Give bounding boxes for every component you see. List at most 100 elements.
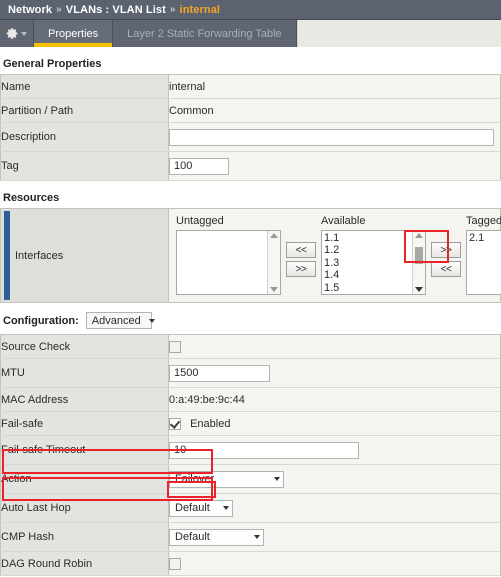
general-properties-table: Name internal Partition / Path Common De… xyxy=(0,74,501,181)
row-value-mac-address: 0:a:49:be:9c:44 xyxy=(168,387,501,412)
table-row: Partition / Path Common xyxy=(0,98,501,123)
page-content: General Properties Name internal Partiti… xyxy=(0,47,501,576)
fail-safe-enabled-label: Enabled xyxy=(190,417,231,430)
row-label-mtu: MTU xyxy=(0,358,169,388)
table-row: Fail-safe Enabled xyxy=(0,411,501,436)
available-listbox[interactable]: 1.1 1.2 1.3 1.4 1.5 xyxy=(321,230,426,295)
auto-last-hop-select[interactable]: Default xyxy=(169,499,233,517)
chevron-down-icon xyxy=(148,318,155,323)
source-check-checkbox[interactable] xyxy=(169,340,181,353)
tagged-move-buttons: >> << xyxy=(431,242,461,277)
list-item[interactable]: 1.2 xyxy=(324,244,412,256)
table-row: Interfaces Untagged << >> Available 1.1 … xyxy=(0,208,501,303)
fail-safe-timeout-input[interactable] xyxy=(169,441,359,459)
interfaces-picker: Untagged << >> Available 1.1 1.2 1.3 1.4… xyxy=(176,214,501,295)
table-row: Source Check xyxy=(0,334,501,359)
description-input[interactable] xyxy=(169,128,494,146)
row-value-cmp-hash: Default xyxy=(168,522,501,552)
cmp-hash-select-value: Default xyxy=(175,531,210,543)
move-from-tagged-button[interactable]: << xyxy=(431,261,461,277)
mtu-input[interactable] xyxy=(169,364,270,382)
configuration-header: Configuration: Advanced xyxy=(0,303,501,334)
breadcrumb-separator-icon: » xyxy=(169,4,176,15)
move-to-tagged-button[interactable]: >> xyxy=(431,242,461,258)
row-label-tag: Tag xyxy=(0,151,169,181)
table-row: Auto Last Hop Default xyxy=(0,493,501,523)
untagged-listbox[interactable] xyxy=(176,230,281,295)
list-item[interactable]: 1.3 xyxy=(324,257,412,269)
tab-bar: Properties Layer 2 Static Forwarding Tab… xyxy=(0,20,501,47)
breadcrumb-item-network[interactable]: Network xyxy=(8,4,52,16)
tagged-column: Tagged 2.1 xyxy=(466,214,501,295)
tab-properties[interactable]: Properties xyxy=(34,20,114,47)
row-label-dag-round-robin: DAG Round Robin xyxy=(0,551,169,576)
scrollbar-thumb[interactable] xyxy=(415,247,423,264)
row-label-cmp-hash: CMP Hash xyxy=(0,522,169,552)
available-caption: Available xyxy=(321,215,366,227)
configuration-table: Source Check MTU MAC Address 0:a:49:be:9… xyxy=(0,334,501,576)
configuration-mode-value: Advanced xyxy=(91,314,141,327)
app-window: Network » VLANs : VLAN List » internal P… xyxy=(0,0,501,577)
cmp-hash-select[interactable]: Default xyxy=(169,528,264,546)
scroll-up-icon[interactable] xyxy=(415,233,423,238)
configuration-label: Configuration: xyxy=(3,314,79,327)
table-row: Name internal xyxy=(0,74,501,99)
row-value-description xyxy=(168,122,501,152)
row-label-mac-address: MAC Address xyxy=(0,387,169,412)
table-row: DAG Round Robin xyxy=(0,551,501,576)
configuration-mode-select[interactable]: Advanced xyxy=(85,312,155,329)
fail-safe-checkbox[interactable] xyxy=(169,417,181,430)
scroll-down-icon[interactable] xyxy=(270,287,278,292)
list-item[interactable]: 1.1 xyxy=(324,232,412,244)
untagged-items xyxy=(177,231,267,294)
tagged-items[interactable]: 2.1 xyxy=(467,231,501,294)
chevron-down-icon xyxy=(21,31,27,36)
untagged-caption: Untagged xyxy=(176,215,224,227)
action-select[interactable]: Failover xyxy=(169,470,284,488)
row-value-source-check xyxy=(168,334,501,359)
list-item[interactable]: 2.1 xyxy=(469,232,501,244)
tab-menu-button[interactable] xyxy=(0,20,34,47)
row-value-name: internal xyxy=(168,74,501,99)
move-from-untagged-button[interactable]: >> xyxy=(286,261,316,277)
available-items[interactable]: 1.1 1.2 1.3 1.4 1.5 xyxy=(322,231,412,294)
table-row: MTU xyxy=(0,358,501,388)
row-value-dag-round-robin xyxy=(168,551,501,576)
breadcrumb-item-current: internal xyxy=(179,3,221,16)
untagged-scrollbar[interactable] xyxy=(267,231,280,294)
table-row: Action Failover xyxy=(0,464,501,494)
tab-layer2-static-forwarding-table[interactable]: Layer 2 Static Forwarding Table xyxy=(113,20,297,47)
tag-input[interactable] xyxy=(169,157,229,175)
scroll-down-icon[interactable] xyxy=(415,287,423,292)
breadcrumb: Network » VLANs : VLAN List » internal xyxy=(0,0,501,20)
breadcrumb-separator-icon: » xyxy=(56,4,62,15)
resources-table: Interfaces Untagged << >> Available 1.1 … xyxy=(0,208,501,303)
list-item[interactable]: 1.4 xyxy=(324,269,412,281)
row-value-fail-safe-timeout xyxy=(168,435,501,465)
gear-icon xyxy=(6,28,18,39)
interfaces-picker-cell: Untagged << >> Available 1.1 1.2 1.3 1.4… xyxy=(168,208,501,303)
list-item[interactable]: 1.5 xyxy=(324,282,412,294)
scroll-up-icon[interactable] xyxy=(270,233,278,238)
available-scrollbar[interactable] xyxy=(412,231,425,294)
available-column: Available 1.1 1.2 1.3 1.4 1.5 xyxy=(321,214,426,295)
tagged-caption: Tagged xyxy=(466,215,501,227)
tab-layer2-static-forwarding-table-label: Layer 2 Static Forwarding Table xyxy=(127,27,282,40)
row-value-fail-safe: Enabled xyxy=(168,411,501,436)
table-row: MAC Address 0:a:49:be:9c:44 xyxy=(0,387,501,412)
chevron-down-icon xyxy=(223,506,229,510)
table-row: Tag xyxy=(0,151,501,181)
move-to-untagged-button[interactable]: << xyxy=(286,242,316,258)
breadcrumb-item-vlan-list[interactable]: VLANs : VLAN List xyxy=(66,4,166,16)
dag-round-robin-checkbox[interactable] xyxy=(169,557,181,570)
row-value-tag xyxy=(168,151,501,181)
row-label-fail-safe-timeout: Fail-safe Timeout xyxy=(0,435,169,465)
chevron-down-icon xyxy=(254,535,260,539)
row-label-description: Description xyxy=(0,122,169,152)
auto-last-hop-select-value: Default xyxy=(175,502,210,514)
row-label-action: Action xyxy=(0,464,169,494)
row-label-name: Name xyxy=(0,74,169,99)
row-label-source-check: Source Check xyxy=(0,334,169,359)
resources-title: Resources xyxy=(3,192,60,204)
tagged-listbox[interactable]: 2.1 xyxy=(466,230,501,295)
